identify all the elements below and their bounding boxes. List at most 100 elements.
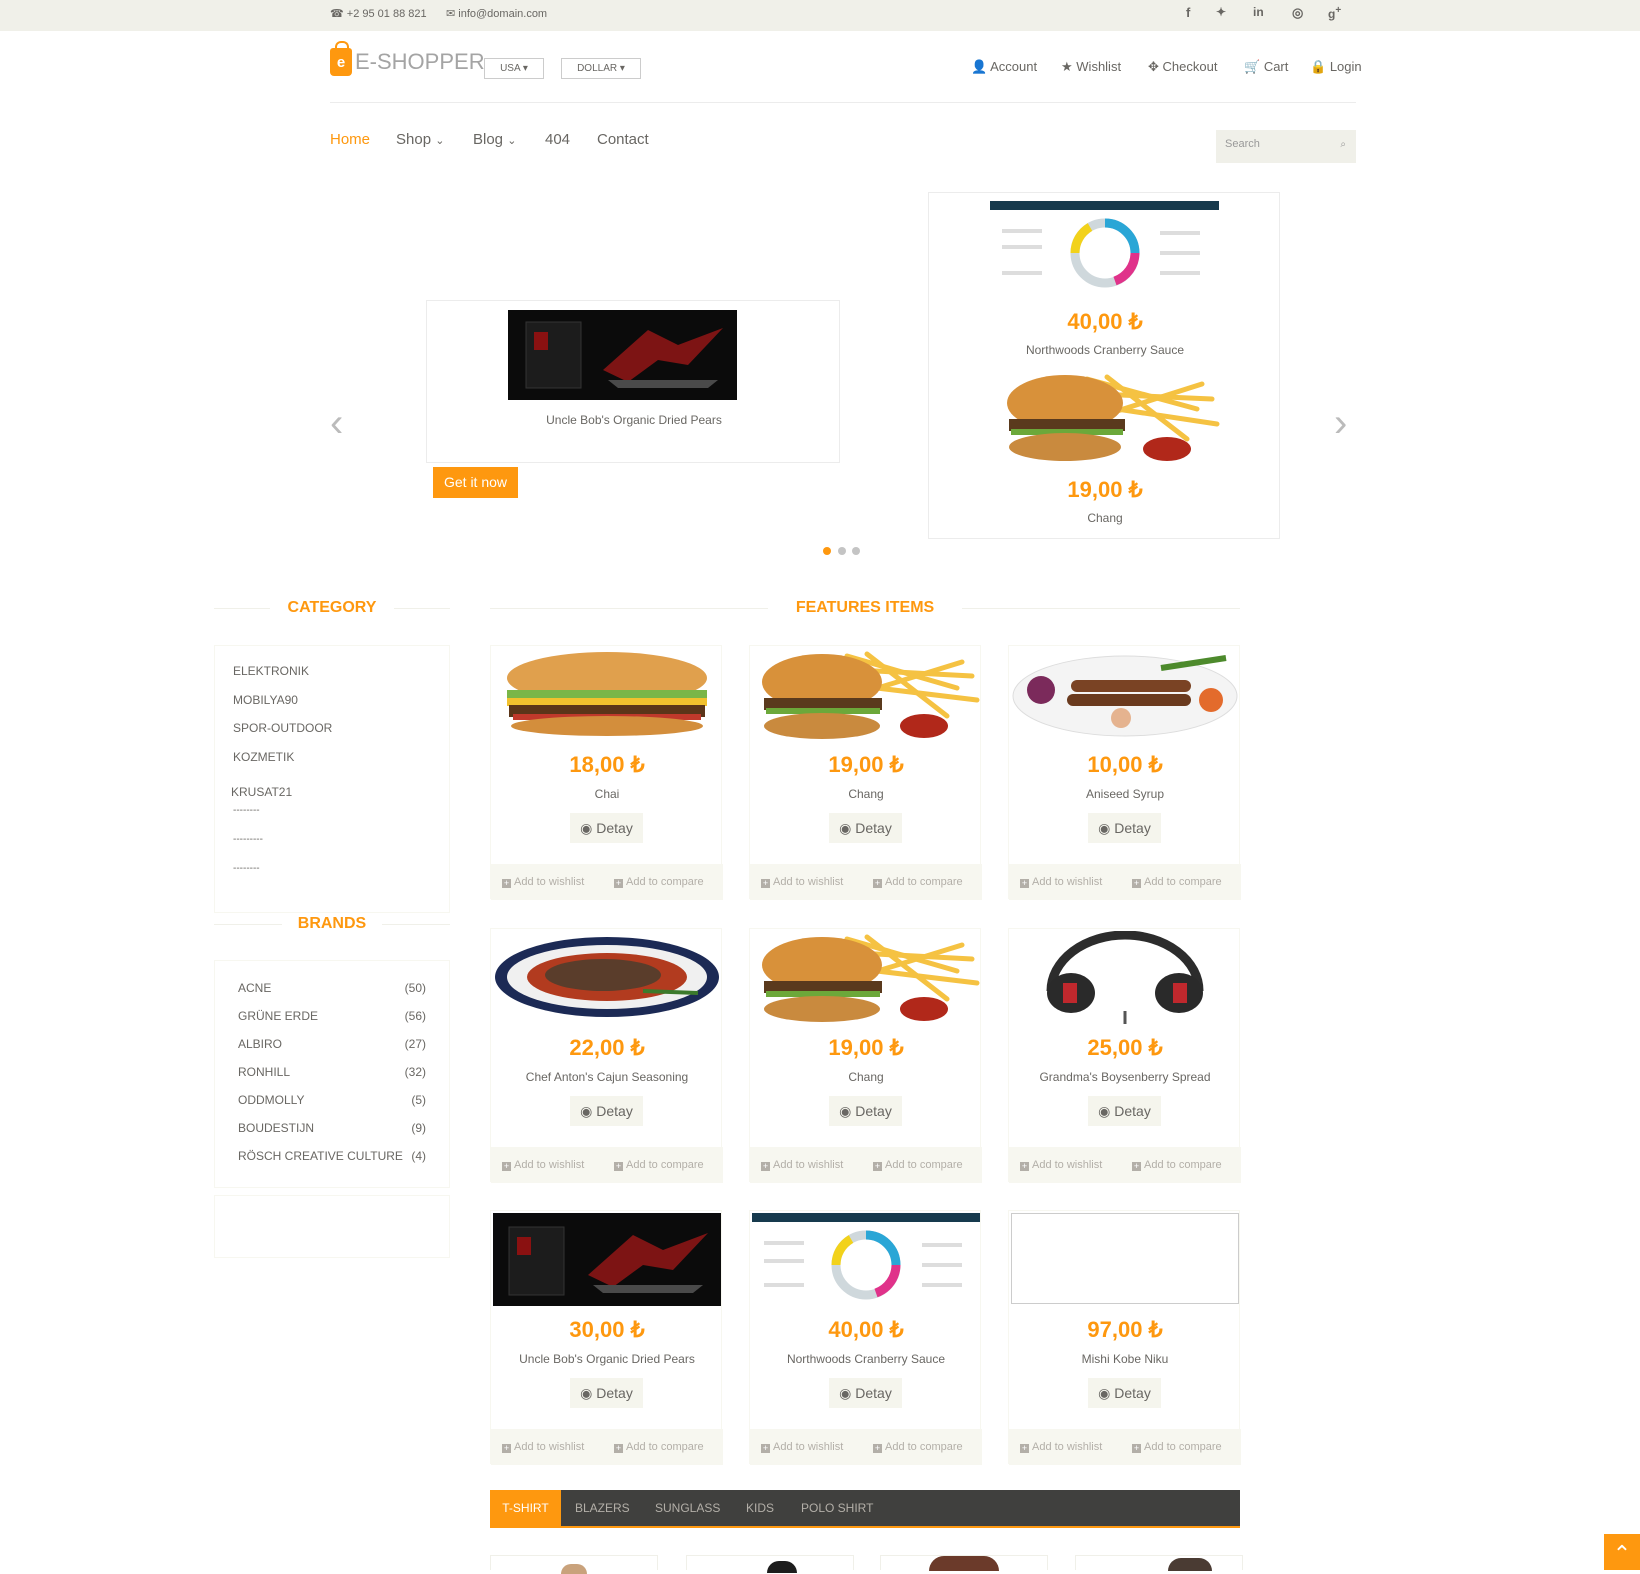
scroll-up-button[interactable]: ⌃ bbox=[1604, 1534, 1640, 1570]
detail-button[interactable]: ◉ Detay bbox=[1088, 1096, 1161, 1126]
category-item[interactable]: -------- bbox=[233, 805, 260, 816]
compare-label: Add to compare bbox=[1144, 1159, 1222, 1171]
brand-count: (27) bbox=[404, 1037, 426, 1051]
product-image-burger[interactable] bbox=[493, 648, 721, 741]
currency-dropdown[interactable]: DOLLAR ▾ bbox=[561, 58, 641, 79]
product-name: Uncle Bob's Organic Dried Pears bbox=[519, 1352, 695, 1366]
category-item[interactable]: SPOR-OUTDOOR bbox=[233, 721, 332, 735]
add-to-compare-link[interactable]: + Add to compare bbox=[614, 876, 704, 888]
tab-blazers[interactable]: BLAZERS bbox=[575, 1490, 630, 1526]
add-to-wishlist-link[interactable]: + Add to wishlist bbox=[761, 1159, 843, 1171]
search-input[interactable]: Search ⌕ bbox=[1216, 130, 1356, 163]
slider-dot-2[interactable] bbox=[838, 547, 846, 555]
brand-name[interactable]: ODDMOLLY bbox=[238, 1093, 304, 1107]
tab-polo-shirt[interactable]: POLO SHIRT bbox=[801, 1490, 873, 1526]
product-image-dragon-box[interactable] bbox=[493, 1213, 721, 1306]
tab-kids[interactable]: KIDS bbox=[746, 1490, 774, 1526]
add-to-compare-link[interactable]: + Add to compare bbox=[614, 1159, 704, 1171]
twitter-icon[interactable]: ✦ bbox=[1216, 5, 1226, 19]
tab-t-shirt[interactable]: T-SHIRT bbox=[490, 1490, 561, 1526]
nav-404[interactable]: 404 bbox=[545, 131, 570, 148]
product-image-headphones[interactable] bbox=[1011, 931, 1239, 1024]
slider-prev-arrow[interactable]: ‹ bbox=[330, 403, 350, 443]
add-to-compare-link[interactable]: + Add to compare bbox=[873, 1159, 963, 1171]
add-to-compare-link[interactable]: + Add to compare bbox=[1132, 876, 1222, 888]
category-item[interactable]: KRUSAT21 bbox=[231, 785, 292, 799]
product-card-footer: + Add to wishlist + Add to compare bbox=[750, 1429, 982, 1465]
account-link[interactable]: 👤 Account bbox=[971, 59, 1037, 75]
search-icon[interactable]: ⌕ bbox=[1340, 139, 1346, 150]
nav-home[interactable]: Home bbox=[330, 131, 370, 148]
product-name: Grandma's Boysenberry Spread bbox=[1039, 1070, 1211, 1084]
product-image-blank[interactable] bbox=[1011, 1213, 1239, 1306]
brand-name[interactable]: ACNE bbox=[238, 981, 271, 995]
cart-link[interactable]: 🛒 Cart bbox=[1244, 59, 1288, 75]
add-to-wishlist-link[interactable]: + Add to wishlist bbox=[1020, 1441, 1102, 1453]
add-to-wishlist-link[interactable]: + Add to wishlist bbox=[502, 1441, 584, 1453]
category-item[interactable]: --------- bbox=[233, 834, 263, 845]
add-to-compare-link[interactable]: + Add to compare bbox=[1132, 1441, 1222, 1453]
nav-shop[interactable]: Shop ⌄ bbox=[396, 131, 444, 148]
get-it-now-button[interactable]: Get it now bbox=[433, 467, 518, 498]
brand-name[interactable]: GRÜNE ERDE bbox=[238, 1009, 318, 1023]
dribbble-icon[interactable]: ◎ bbox=[1292, 5, 1303, 21]
product-image-dragon-box bbox=[508, 310, 737, 400]
add-to-compare-link[interactable]: + Add to compare bbox=[614, 1441, 704, 1453]
email-text: info@domain.com bbox=[458, 8, 548, 20]
product-image-burger-fries[interactable] bbox=[752, 931, 980, 1024]
tab-sunglass[interactable]: SUNGLASS bbox=[655, 1490, 720, 1526]
add-to-wishlist-link[interactable]: + Add to wishlist bbox=[1020, 1159, 1102, 1171]
add-to-compare-link[interactable]: + Add to compare bbox=[873, 1441, 963, 1453]
brand-name[interactable]: ALBIRO bbox=[238, 1037, 282, 1051]
brand-name[interactable]: RÖSCH CREATIVE CULTURE bbox=[238, 1149, 403, 1163]
slider-dot-1[interactable] bbox=[823, 547, 831, 555]
wishlist-link[interactable]: ★ Wishlist bbox=[1061, 59, 1121, 75]
category-item[interactable]: MOBILYA90 bbox=[233, 693, 298, 707]
detail-button[interactable]: ◉ Detay bbox=[829, 1378, 902, 1408]
phone-contact[interactable]: ☎ +2 95 01 88 821 bbox=[330, 7, 427, 20]
product-name: Chang bbox=[848, 787, 884, 801]
category-item[interactable]: -------- bbox=[233, 863, 260, 874]
detail-button[interactable]: ◉ Detay bbox=[829, 1096, 902, 1126]
add-to-wishlist-link[interactable]: + Add to wishlist bbox=[1020, 876, 1102, 888]
product-image-burger-fries[interactable] bbox=[752, 648, 980, 741]
logo[interactable]: e E-SHOPPER bbox=[330, 41, 485, 76]
add-to-wishlist-link[interactable]: + Add to wishlist bbox=[761, 1441, 843, 1453]
facebook-icon[interactable]: f bbox=[1186, 5, 1190, 20]
detail-button[interactable]: ◉ Detay bbox=[829, 813, 902, 843]
brand-name[interactable]: RONHILL bbox=[238, 1065, 290, 1079]
linkedin-icon[interactable]: in bbox=[1253, 5, 1264, 19]
detail-button[interactable]: ◉ Detay bbox=[570, 1096, 643, 1126]
add-to-wishlist-link[interactable]: + Add to wishlist bbox=[761, 876, 843, 888]
slider-dot-3[interactable] bbox=[852, 547, 860, 555]
product-image-kebab-plate[interactable] bbox=[1011, 648, 1239, 741]
category-item[interactable]: ELEKTRONIK bbox=[233, 664, 309, 678]
detail-button[interactable]: ◉ Detay bbox=[570, 813, 643, 843]
category-title: CATEGORY bbox=[270, 599, 394, 617]
product-image-meat-plate[interactable] bbox=[493, 931, 721, 1024]
detail-button[interactable]: ◉ Detay bbox=[1088, 1378, 1161, 1408]
detail-button[interactable]: ◉ Detay bbox=[570, 1378, 643, 1408]
wishlist-label: Add to wishlist bbox=[1032, 876, 1103, 888]
shopping-bag-icon: e bbox=[330, 41, 352, 76]
nav-contact[interactable]: Contact bbox=[597, 131, 649, 148]
nav-blog[interactable]: Blog ⌄ bbox=[473, 131, 516, 148]
add-to-wishlist-link[interactable]: + Add to wishlist bbox=[502, 876, 584, 888]
add-to-compare-link[interactable]: + Add to compare bbox=[873, 876, 963, 888]
product-image-chart-infographic[interactable] bbox=[752, 1213, 980, 1306]
email-contact[interactable]: ✉ info@domain.com bbox=[446, 7, 547, 20]
brand-name[interactable]: BOUDESTIJN bbox=[238, 1121, 314, 1135]
compare-label: Add to compare bbox=[885, 1441, 963, 1453]
country-dropdown[interactable]: USA ▾ bbox=[484, 58, 544, 79]
login-link[interactable]: 🔒 Login bbox=[1310, 59, 1362, 75]
category-item[interactable]: KOZMETIK bbox=[233, 750, 294, 764]
product-card: 18,00 ₺ Chai ◉ Detay + Add to wishlist + Add t… bbox=[490, 645, 723, 900]
add-to-compare-link[interactable]: + Add to compare bbox=[1132, 1159, 1222, 1171]
slider-next-arrow[interactable]: › bbox=[1334, 403, 1354, 443]
eye-icon: ◉ bbox=[839, 820, 852, 836]
checkout-link[interactable]: ✥ Checkout bbox=[1148, 59, 1217, 75]
add-to-wishlist-link[interactable]: + Add to wishlist bbox=[502, 1159, 584, 1171]
google-plus-icon[interactable]: g+ bbox=[1328, 5, 1341, 21]
model-photo bbox=[1168, 1558, 1212, 1571]
detail-button[interactable]: ◉ Detay bbox=[1088, 813, 1161, 843]
